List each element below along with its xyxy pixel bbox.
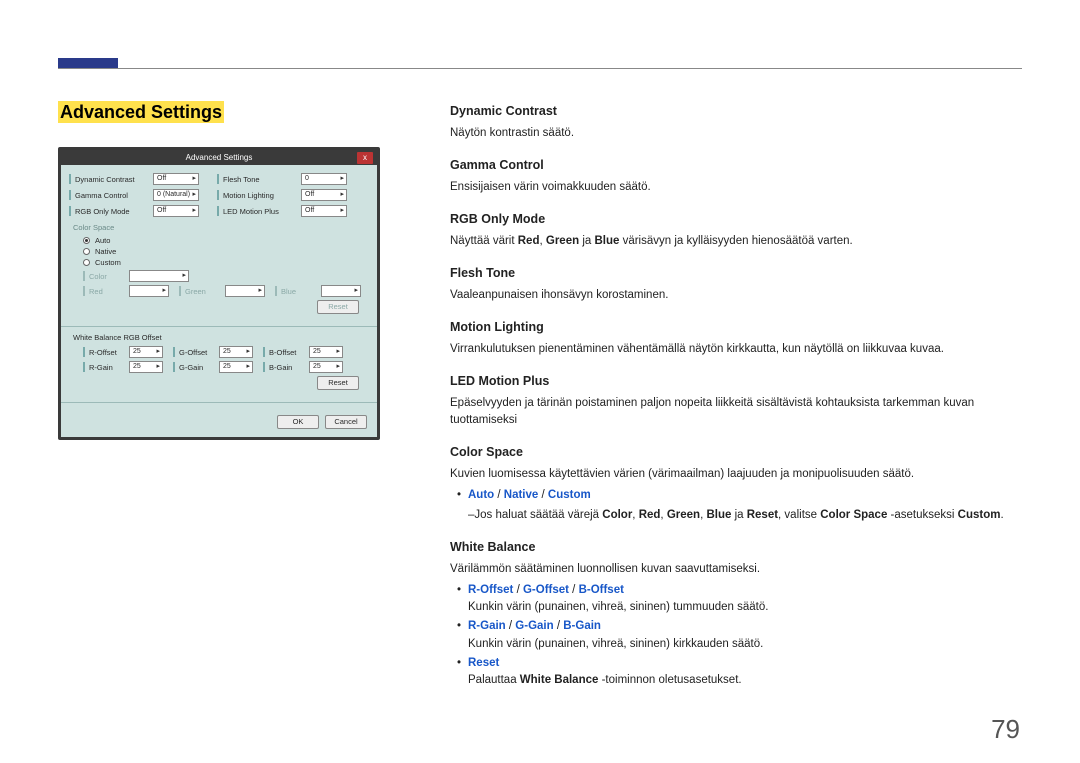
select-motion-lighting[interactable]: Off — [301, 189, 347, 201]
custom-color-row: Color — [83, 270, 369, 282]
bullet-wb-gain: • R-Gain / G-Gain / B-Gain Kunkin värin … — [450, 618, 1022, 653]
text-wb: Värilämmön säätäminen luonnollisen kuvan… — [450, 561, 1022, 578]
heading-flesh-tone: Flesh Tone — [450, 264, 1022, 283]
heading-white-balance: White Balance — [450, 538, 1022, 557]
radio-native[interactable]: Native — [83, 247, 369, 256]
select-r-offset[interactable]: 25 — [129, 346, 163, 358]
row-gamma-control: Gamma Control 0 (Natural) Motion Lightin… — [69, 189, 369, 201]
header-rule — [58, 68, 1022, 69]
select-green — [225, 285, 265, 297]
heading-dynamic-contrast: Dynamic Contrast — [450, 102, 1022, 121]
row-rgb-only: RGB Only Mode Off LED Motion Plus Off — [69, 205, 369, 217]
text-dc: Näytön kontrastin säätö. — [450, 125, 1022, 142]
text-lmp: Epäselvyyden ja tärinän poistaminen palj… — [450, 395, 1022, 430]
select-flesh-tone[interactable]: 0 — [301, 173, 347, 185]
select-blue — [321, 285, 361, 297]
select-r-gain[interactable]: 25 — [129, 361, 163, 373]
text-ml: Virrankulutuksen pienentäminen vähentämä… — [450, 341, 1022, 358]
close-icon[interactable]: x — [357, 152, 373, 164]
left-column: Advanced Settings Advanced Settings x Dy… — [58, 102, 398, 440]
text-ft: Vaaleanpunaisen ihonsävyn korostaminen. — [450, 287, 1022, 304]
heading-led-motion-plus: LED Motion Plus — [450, 372, 1022, 391]
radio-auto[interactable]: Auto — [83, 236, 369, 245]
wb-gain-row: R-Gain 25 G-Gain 25 B-Gain 25 — [83, 361, 369, 373]
section-title: Advanced Settings — [58, 101, 224, 123]
reset-wb-button[interactable]: Reset — [317, 376, 359, 390]
panel-title-text: Advanced Settings — [186, 153, 253, 162]
select-red — [129, 285, 169, 297]
select-g-offset[interactable]: 25 — [219, 346, 253, 358]
heading-rgb-only: RGB Only Mode — [450, 210, 1022, 229]
header-accent — [58, 58, 118, 68]
text-rgb: Näyttää värit Red, Green ja Blue värisäv… — [450, 233, 1022, 250]
wb-offset-row: R-Offset 25 G-Offset 25 B-Offset 25 — [83, 346, 369, 358]
reset-color-button[interactable]: Reset — [317, 300, 359, 314]
select-color — [129, 270, 189, 282]
right-column: Dynamic Contrast Näytön kontrastin säätö… — [450, 102, 1022, 691]
heading-motion-lighting: Motion Lighting — [450, 318, 1022, 337]
heading-color-space: Color Space — [450, 443, 1022, 462]
ok-button[interactable]: OK — [277, 415, 319, 429]
settings-panel-screenshot: Advanced Settings x Dynamic Contrast Off… — [58, 147, 380, 440]
select-g-gain[interactable]: 25 — [219, 361, 253, 373]
custom-rgb-row: Red Green Blue — [83, 285, 369, 297]
select-led-motion-plus[interactable]: Off — [301, 205, 347, 217]
select-b-gain[interactable]: 25 — [309, 361, 343, 373]
bullet-cs-sub: ‒ Jos haluat säätää värejä Color, Red, G… — [468, 507, 1022, 524]
panel-body: Dynamic Contrast Off Flesh Tone 0 Gamma … — [61, 165, 377, 415]
page-number: 79 — [991, 714, 1020, 745]
bullet-cs-options: • Auto / Native / Custom — [450, 487, 1022, 504]
radio-custom[interactable]: Custom — [83, 258, 369, 267]
select-rgb-only[interactable]: Off — [153, 205, 199, 217]
cancel-button[interactable]: Cancel — [325, 415, 367, 429]
color-space-label: Color Space — [73, 223, 369, 232]
select-gamma[interactable]: 0 (Natural) — [153, 189, 199, 201]
bullet-wb-reset: • Reset Palauttaa White Balance -toiminn… — [450, 655, 1022, 690]
wb-label: White Balance RGB Offset — [73, 333, 369, 342]
panel-title: Advanced Settings x — [61, 150, 377, 165]
select-dynamic-contrast[interactable]: Off — [153, 173, 199, 185]
select-b-offset[interactable]: 25 — [309, 346, 343, 358]
bullet-wb-offset: • R-Offset / G-Offset / B-Offset Kunkin … — [450, 582, 1022, 617]
text-cs: Kuvien luomisessa käytettävien värien (v… — [450, 466, 1022, 483]
row-dynamic-contrast: Dynamic Contrast Off Flesh Tone 0 — [69, 173, 369, 185]
heading-gamma-control: Gamma Control — [450, 156, 1022, 175]
text-gc: Ensisijaisen värin voimakkuuden säätö. — [450, 179, 1022, 196]
